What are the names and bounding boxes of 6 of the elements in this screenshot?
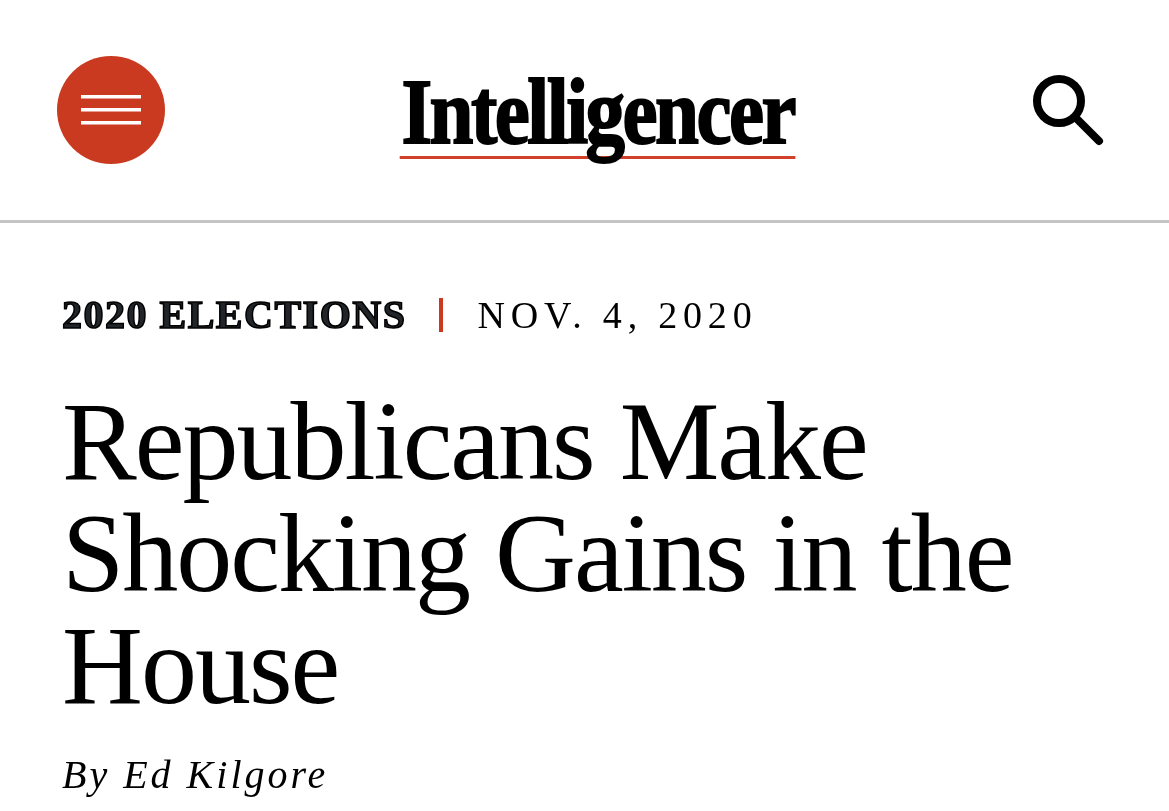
menu-icon (81, 95, 141, 125)
author-byline: By Ed Kilgore (62, 755, 330, 795)
search-icon[interactable] (1031, 73, 1105, 147)
article-headline: Republicans Make Shocking Gains in the House (62, 385, 1014, 721)
publish-date: NOV. 4, 2020 (477, 296, 758, 334)
category-link[interactable]: 2020 ELECTIONS (62, 295, 407, 335)
